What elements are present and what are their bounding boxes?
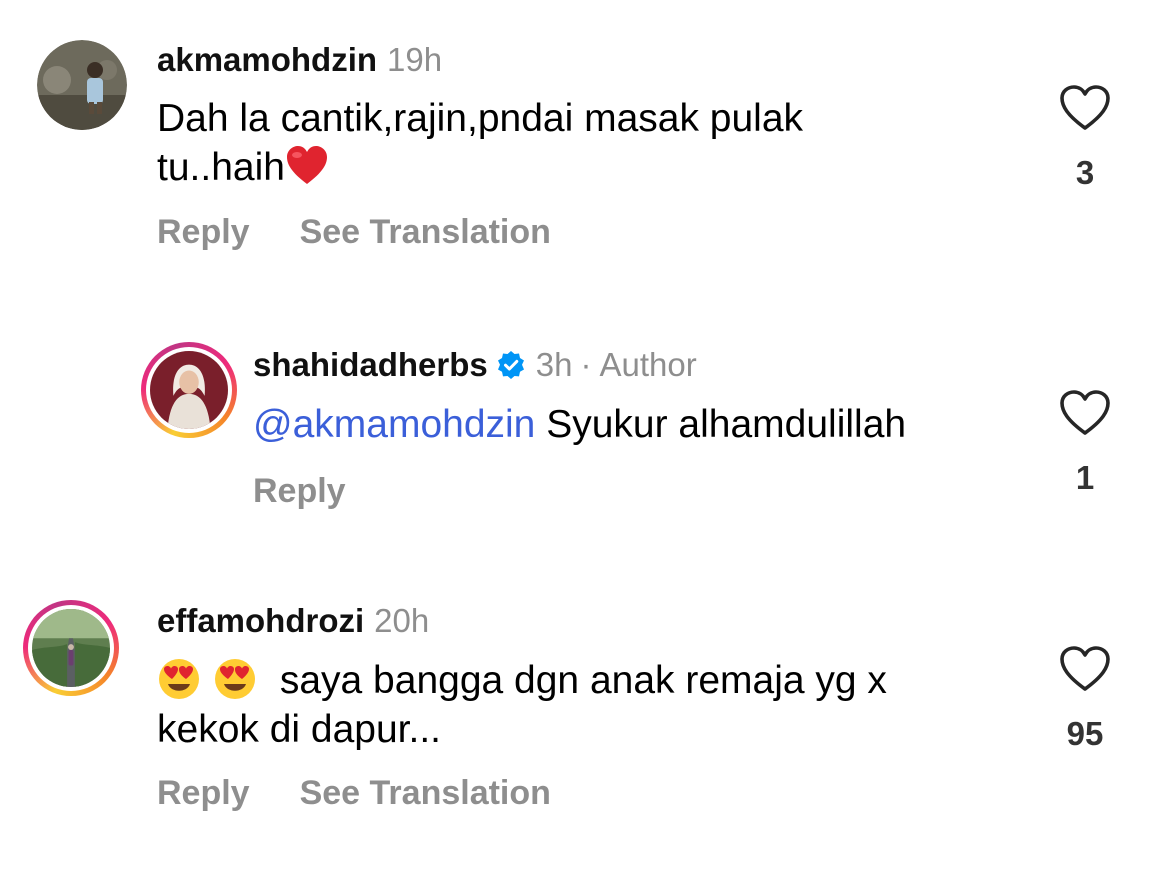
- username[interactable]: shahidadherbs: [253, 346, 488, 383]
- reply-button[interactable]: Reply: [157, 213, 250, 251]
- comment-text-segment: tu..haih: [157, 146, 285, 189]
- comment-text-line: kekok di dapur...: [157, 708, 442, 751]
- reply-button[interactable]: Reply: [157, 774, 250, 812]
- comment-text: saya bangga dgn anak remaja yg x kekok d…: [157, 656, 887, 754]
- comment-text: @akmamohdzin Syukur alhamdulillah: [253, 400, 906, 449]
- like-count: 1: [1075, 459, 1095, 496]
- comment-meta: effamohdrozi 20h: [157, 601, 429, 641]
- like-count: 3: [1075, 154, 1095, 191]
- comment-actions: Reply See Translation: [157, 774, 551, 813]
- heart-eyes-emoji: [215, 659, 255, 699]
- timestamp: 19h: [387, 41, 443, 78]
- avatar[interactable]: [141, 342, 237, 438]
- comment-meta: akmamohdzin 19h: [157, 40, 442, 80]
- comment-text-segment: saya bangga dgn anak remaja yg x: [279, 659, 887, 702]
- like-control: 3: [1055, 84, 1115, 192]
- mention-link[interactable]: @akmamohdzin: [253, 403, 535, 446]
- red-heart-emoji: [286, 146, 327, 184]
- avatar-photo: [150, 351, 228, 429]
- comment-text-line: tu..haih: [157, 143, 803, 192]
- avatar[interactable]: [37, 40, 127, 130]
- avatar-photo: [37, 40, 127, 130]
- comment-meta: shahidadherbs 3h · Author: [253, 345, 697, 385]
- heart-outline-icon[interactable]: [1059, 84, 1111, 132]
- comment-text-line: Dah la cantik,rajin,pndai masak pulak: [157, 97, 804, 140]
- separator: ·: [580, 346, 592, 383]
- comment-text-segment: Syukur alhamdulillah: [546, 403, 907, 446]
- heart-outline-icon[interactable]: [1059, 645, 1111, 693]
- timestamp: 20h: [374, 602, 430, 639]
- like-control: 1: [1055, 389, 1115, 497]
- comment-actions: Reply See Translation: [157, 213, 551, 252]
- comment-text-line: saya bangga dgn anak remaja yg x: [157, 656, 887, 705]
- timestamp: 3h: [535, 346, 573, 383]
- see-translation-button[interactable]: See Translation: [300, 774, 551, 812]
- comment-text: Dah la cantik,rajin,pndai masak pulak tu…: [157, 94, 803, 192]
- author-badge: Author: [599, 346, 697, 383]
- see-translation-button[interactable]: See Translation: [300, 213, 551, 251]
- like-control: 95: [1055, 645, 1115, 753]
- like-count: 95: [1066, 715, 1104, 752]
- comment-actions: Reply: [253, 472, 346, 511]
- username[interactable]: akmamohdzin: [157, 41, 377, 78]
- heart-eyes-emoji: [159, 659, 199, 699]
- avatar[interactable]: [23, 600, 119, 696]
- username[interactable]: effamohdrozi: [157, 602, 364, 639]
- heart-outline-icon[interactable]: [1059, 389, 1111, 437]
- reply-button[interactable]: Reply: [253, 472, 346, 510]
- verified-badge-icon: [497, 351, 524, 379]
- avatar-photo: [32, 609, 110, 687]
